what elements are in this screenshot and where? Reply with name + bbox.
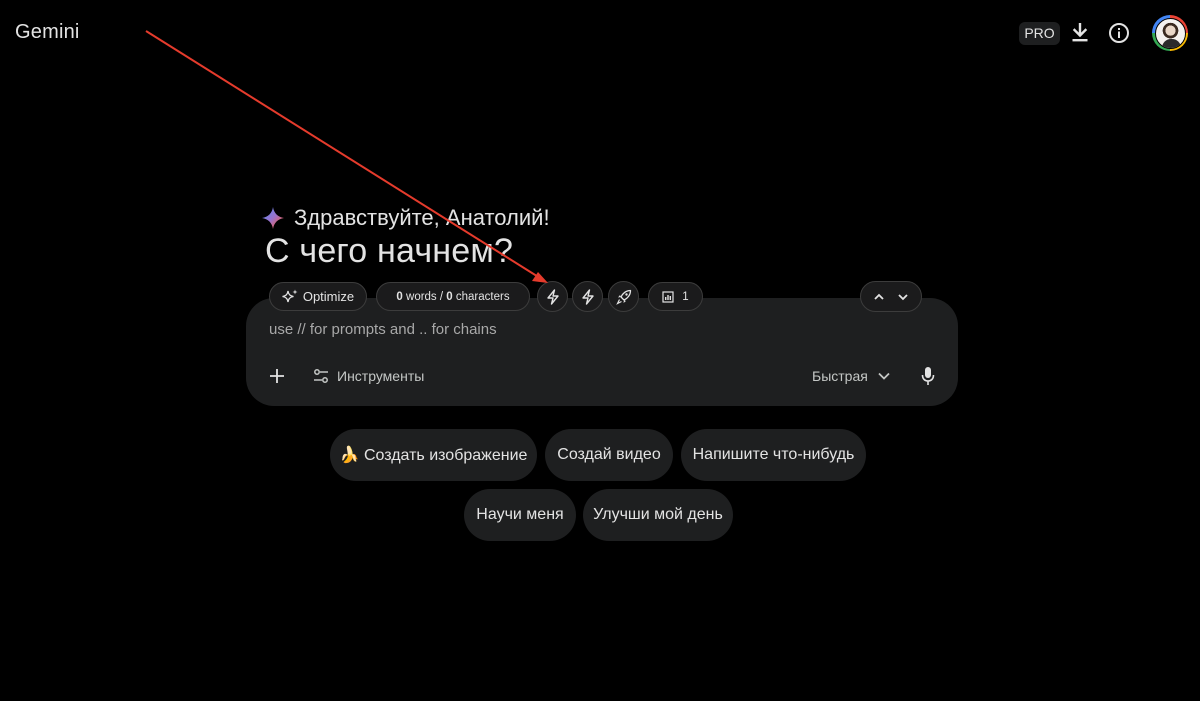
characters-label: characters: [452, 290, 510, 303]
chevron-up-icon[interactable]: [872, 290, 886, 304]
bar-chart-icon: [662, 290, 674, 303]
download-icon[interactable]: [1068, 21, 1092, 45]
suggestion-teach-me[interactable]: Научи меня: [464, 489, 576, 541]
model-label: Быстрая: [812, 368, 868, 384]
avatar-photo: [1154, 17, 1186, 49]
rocket-button[interactable]: [608, 281, 639, 312]
model-select[interactable]: Быстрая: [812, 364, 890, 388]
optimize-button[interactable]: Optimize: [269, 282, 367, 311]
suggestion-create-video[interactable]: Создай видео: [545, 429, 673, 481]
app-title[interactable]: Gemini: [15, 21, 80, 44]
bolt-icon: [581, 288, 594, 305]
bolt-button-1[interactable]: [537, 281, 568, 312]
microphone-button[interactable]: [917, 364, 939, 388]
add-attachment-button[interactable]: [265, 364, 289, 388]
microphone-icon: [921, 367, 935, 385]
tools-button[interactable]: Инструменты: [313, 364, 424, 388]
optimize-label: Optimize: [302, 289, 355, 304]
plus-icon: [270, 369, 284, 383]
word-count-pill[interactable]: 0 words / 0 characters: [376, 282, 530, 311]
rocket-icon: [615, 289, 631, 305]
chevron-down-icon[interactable]: [896, 290, 910, 304]
suggestion-improve-my-day[interactable]: Улучши мой день: [583, 489, 733, 541]
suggestion-write-something[interactable]: Напишите что-нибудь: [681, 429, 866, 481]
gemini-app: Gemini PRO Здравствуйте, Анатолий! С чег…: [0, 0, 1200, 701]
greeting-row: Здравствуйте, Анатолий!: [262, 205, 550, 231]
tools-label: Инструменты: [337, 368, 425, 384]
tools-sliders-icon: [314, 369, 328, 383]
scroll-nav-pill: [860, 281, 922, 312]
headline: С чего начнем?: [265, 232, 514, 270]
stats-pill[interactable]: 1: [648, 282, 703, 311]
bolt-icon: [546, 288, 559, 305]
gemini-sparkle-icon: [262, 207, 284, 229]
bolt-button-2[interactable]: [572, 281, 603, 312]
info-icon[interactable]: [1107, 21, 1131, 45]
word-char-counter: 0 words / 0 characters: [396, 291, 509, 303]
sparkles-icon: [282, 289, 298, 302]
prompt-input[interactable]: [269, 319, 869, 339]
suggestion-create-image[interactable]: 🍌 Создать изображение: [330, 429, 537, 481]
pro-badge[interactable]: PRO: [1019, 22, 1060, 45]
chevron-down-icon: [878, 372, 890, 380]
stats-count: 1: [682, 290, 689, 303]
user-avatar[interactable]: [1152, 15, 1188, 51]
greeting-text: Здравствуйте, Анатолий!: [294, 205, 550, 230]
prompt-card: [246, 298, 958, 406]
words-label: words /: [402, 290, 447, 303]
